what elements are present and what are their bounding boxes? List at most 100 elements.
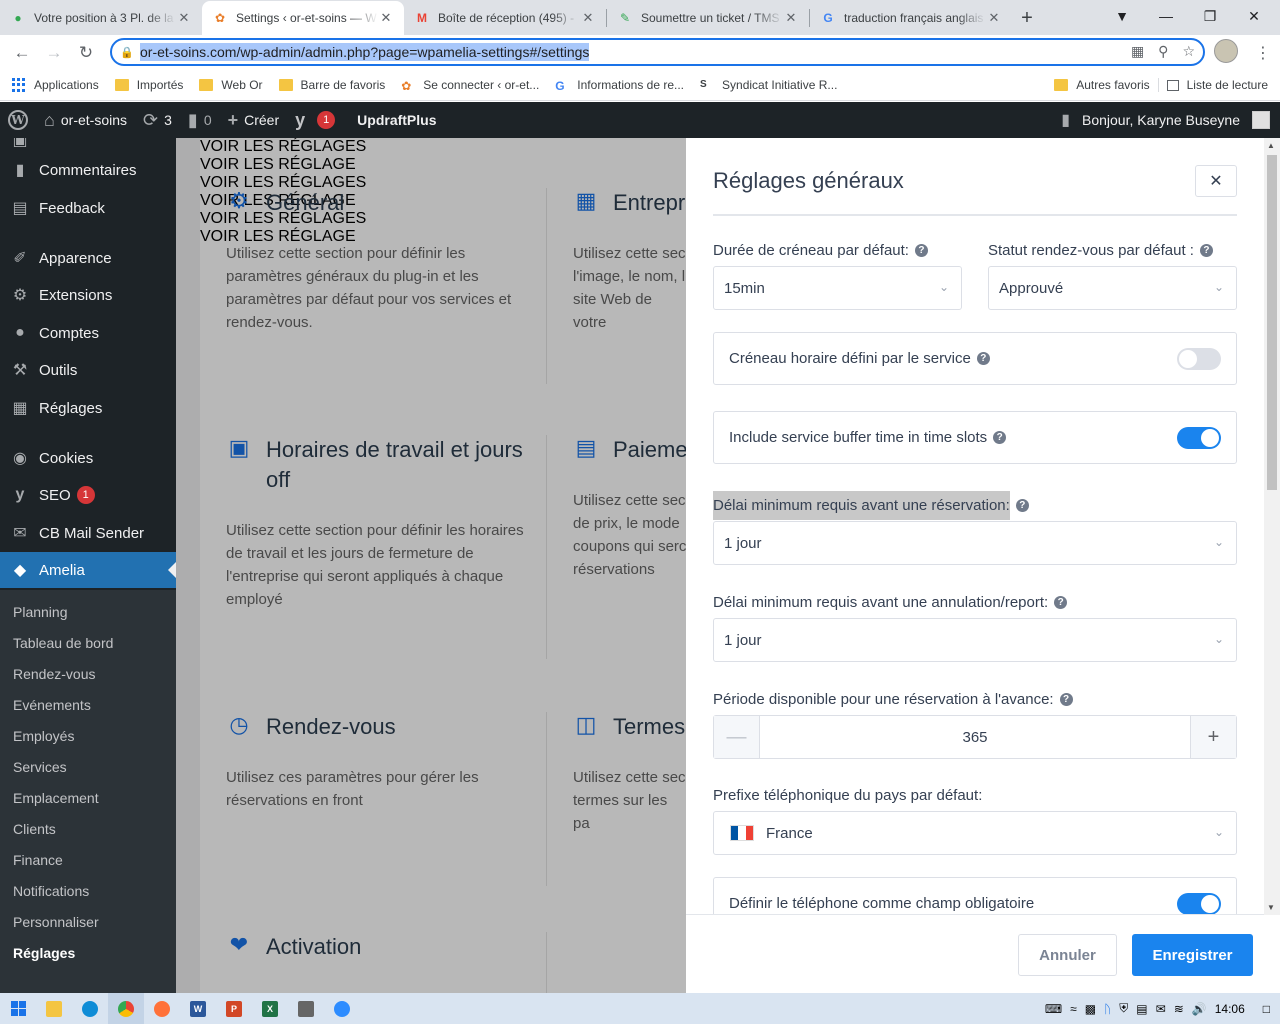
sidebar-item-comptes[interactable]: ● Comptes: [0, 323, 176, 343]
increment-button[interactable]: +: [1190, 716, 1236, 758]
close-window-button[interactable]: ✕: [1232, 0, 1276, 32]
min-cancel-select[interactable]: 1 jour ⌄: [713, 618, 1237, 662]
wp-logo-button[interactable]: W: [0, 102, 36, 138]
close-tab-icon[interactable]: ✕: [378, 10, 394, 26]
updates-link[interactable]: ⟳ 3: [135, 102, 180, 138]
comments-link[interactable]: ▮ 0: [180, 102, 220, 138]
forward-arrow-icon[interactable]: →: [38, 37, 70, 69]
reload-icon[interactable]: ↻: [70, 37, 102, 69]
notifications-icon[interactable]: □: [1263, 1002, 1270, 1016]
bookmark-web-or[interactable]: Web Or: [191, 78, 270, 92]
minimize-button[interactable]: —: [1144, 0, 1188, 32]
create-link[interactable]: + Créer: [220, 102, 288, 138]
tab-gmail[interactable]: M Boîte de réception (495) - ✕: [404, 1, 606, 35]
yoast-seo-link[interactable]: y1: [287, 102, 343, 138]
edge-icon[interactable]: [72, 993, 108, 1024]
sidebar-item-commentaires[interactable]: ▮ Commentaires: [0, 160, 176, 180]
clock-time[interactable]: 14:06: [1215, 1002, 1245, 1016]
submenu-employes[interactable]: Employés: [13, 728, 74, 744]
powerpoint-icon[interactable]: P: [216, 993, 252, 1024]
bluetooth-icon[interactable]: ᚢ: [1104, 1002, 1111, 1016]
submenu-evenements[interactable]: Evénements: [13, 697, 91, 713]
zoom-icon[interactable]: ⚲: [1158, 43, 1168, 60]
user-avatar[interactable]: [1252, 111, 1270, 129]
bookmark-barre-favoris[interactable]: Barre de favoris: [271, 78, 394, 92]
help-icon[interactable]: ?: [976, 352, 990, 365]
submenu-planning[interactable]: Planning: [13, 604, 68, 620]
chat-icon[interactable]: ✉: [1156, 1002, 1166, 1016]
network-share-icon[interactable]: ≈: [1070, 1002, 1077, 1016]
close-tab-icon[interactable]: ✕: [986, 10, 1002, 26]
windows-start-icon[interactable]: [0, 993, 36, 1024]
scroll-up-icon[interactable]: ▲: [1267, 141, 1275, 150]
scrollbar-thumb[interactable]: [1267, 155, 1277, 490]
tab-search-icon[interactable]: ▼: [1100, 0, 1144, 32]
submenu-tableau-de-bord[interactable]: Tableau de bord: [13, 635, 113, 651]
notification-icon[interactable]: ▮: [1061, 110, 1070, 130]
bookmark-applications[interactable]: Applications: [0, 78, 107, 92]
phone-required-toggle[interactable]: [1177, 893, 1221, 915]
updraftplus-link[interactable]: UpdraftPlus: [343, 102, 444, 138]
bookmark-informations[interactable]: G Informations de re...: [547, 78, 692, 93]
bookmark-autres-favoris[interactable]: Autres favoris: [1046, 78, 1157, 92]
qr-code-icon[interactable]: ▦: [1131, 43, 1144, 60]
chrome-icon[interactable]: [108, 993, 144, 1024]
save-button[interactable]: Enregistrer: [1132, 934, 1253, 976]
submenu-clients[interactable]: Clients: [13, 821, 56, 837]
submenu-emplacement[interactable]: Emplacement: [13, 790, 99, 806]
back-arrow-icon[interactable]: ←: [6, 37, 38, 69]
default-status-select[interactable]: Approuvé ⌄: [988, 266, 1237, 310]
sidebar-item-extensions[interactable]: ⚙ Extensions: [0, 285, 176, 305]
drawer-scrollbar[interactable]: ▲ ▼: [1264, 138, 1280, 915]
site-name-link[interactable]: ⌂ or-et-soins: [36, 102, 135, 138]
submenu-rendez-vous[interactable]: Rendez-vous: [13, 666, 96, 682]
url-text[interactable]: or-et-soins.com/wp-admin/admin.php?page=…: [140, 43, 590, 61]
phone-prefix-select[interactable]: France ⌄: [713, 811, 1237, 855]
submenu-notifications[interactable]: Notifications: [13, 883, 89, 899]
zoom-app-icon[interactable]: [324, 993, 360, 1024]
help-icon[interactable]: ?: [1015, 499, 1029, 512]
sidebar-item-cookies[interactable]: ◉ Cookies: [0, 448, 176, 468]
bookmark-se-connecter[interactable]: ✿ Se connecter ‹ or-et...: [393, 78, 547, 93]
security-shield-icon[interactable]: ⛨: [1119, 1001, 1128, 1016]
volume-icon[interactable]: 🔊: [1192, 1002, 1207, 1016]
sidebar-item-outils[interactable]: ⚒ Outils: [0, 360, 176, 380]
min-booking-select[interactable]: 1 jour ⌄: [713, 521, 1237, 565]
sidebar-item-apparence[interactable]: ✐ Apparence: [0, 248, 176, 268]
file-explorer-icon[interactable]: [36, 993, 72, 1024]
advance-period-input[interactable]: 365: [760, 716, 1190, 758]
close-drawer-button[interactable]: ✕: [1195, 165, 1237, 197]
submenu-personnaliser[interactable]: Personnaliser: [13, 914, 99, 930]
submenu-finance[interactable]: Finance: [13, 852, 63, 868]
service-slot-toggle[interactable]: [1177, 348, 1221, 370]
calculator-icon[interactable]: [288, 993, 324, 1024]
tab-maps[interactable]: ● Votre position à 3 Pl. de la ✕: [0, 1, 202, 35]
close-tab-icon[interactable]: ✕: [580, 10, 596, 26]
submenu-reglages[interactable]: Réglages: [13, 945, 75, 961]
help-icon[interactable]: ?: [914, 244, 928, 257]
cancel-button[interactable]: Annuler: [1018, 934, 1117, 976]
help-icon[interactable]: ?: [1059, 693, 1073, 706]
bookmark-syndicat[interactable]: S Syndicat Initiative R...: [692, 78, 845, 92]
help-icon[interactable]: ?: [1054, 596, 1068, 609]
wifi-icon[interactable]: ≋: [1174, 1002, 1184, 1016]
sidebar-item-pages-partial[interactable]: ▣: [0, 138, 176, 150]
sidebar-item-feedback[interactable]: ▤ Feedback: [0, 198, 176, 218]
help-icon[interactable]: ?: [1199, 244, 1213, 257]
close-tab-icon[interactable]: ✕: [783, 10, 799, 26]
bookmark-importes[interactable]: Importés: [107, 78, 192, 92]
usb-icon[interactable]: ▤: [1136, 1002, 1147, 1016]
tab-settings[interactable]: ✿ Settings ‹ or-et-soins — W ✕: [202, 1, 404, 35]
sidebar-item-cb-mail-sender[interactable]: ✉ CB Mail Sender: [0, 523, 176, 543]
excel-icon[interactable]: X: [252, 993, 288, 1024]
word-icon[interactable]: W: [180, 993, 216, 1024]
submenu-services[interactable]: Services: [13, 759, 67, 775]
help-icon[interactable]: ?: [993, 431, 1007, 444]
printer-icon[interactable]: ▩: [1085, 1002, 1096, 1016]
bookmark-reading-list[interactable]: Liste de lecture: [1157, 78, 1280, 92]
address-bar[interactable]: 🔒 or-et-soins.com/wp-admin/admin.php?pag…: [110, 38, 1205, 66]
profile-avatar[interactable]: [1214, 39, 1238, 63]
sidebar-item-reglages[interactable]: ▦ Réglages: [0, 398, 176, 418]
star-bookmark-icon[interactable]: ☆: [1182, 43, 1195, 60]
sidebar-item-amelia[interactable]: ◆ Amelia: [0, 552, 176, 588]
